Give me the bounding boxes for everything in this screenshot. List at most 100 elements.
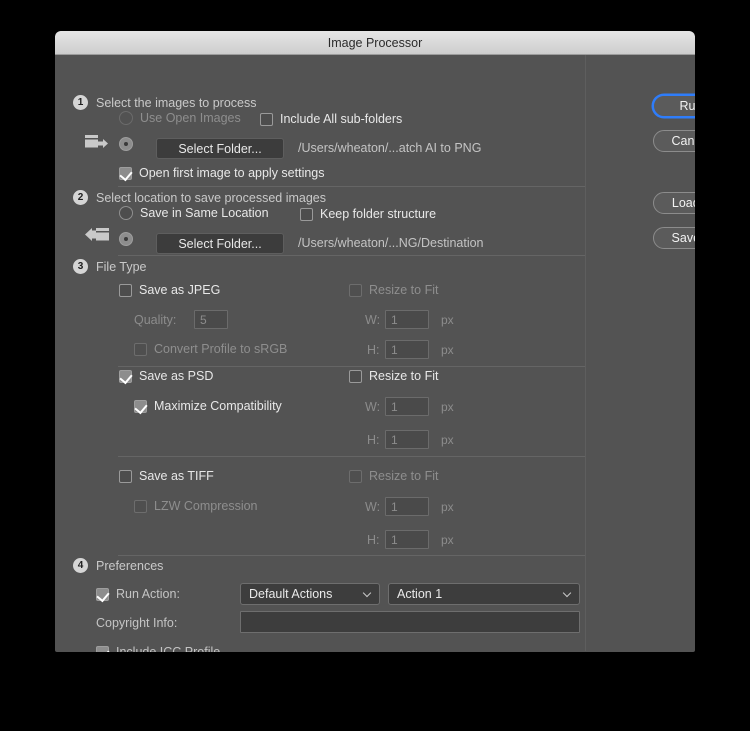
- save-as-tiff-checkbox[interactable]: [119, 469, 132, 483]
- section-3-title: File Type: [96, 260, 147, 274]
- source-path-text: /Users/wheaton/...atch AI to PNG: [298, 141, 482, 155]
- psd-height-input[interactable]: 1: [385, 430, 429, 449]
- section-2-title: Select location to save processed images: [96, 191, 326, 205]
- use-open-images-option[interactable]: Use Open Images: [119, 111, 241, 125]
- include-icc-label: Include ICC Profile: [116, 645, 221, 652]
- tiff-height-unit: px: [441, 533, 454, 547]
- include-subfolders-checkbox[interactable]: [260, 112, 273, 126]
- save-same-location-label: Save in Same Location: [140, 206, 269, 220]
- copyright-info-label: Copyright Info:: [96, 616, 178, 630]
- destination-select-folder-button[interactable]: Select Folder...: [156, 233, 284, 254]
- tiff-lzw-option[interactable]: LZW Compression: [134, 499, 258, 513]
- run-action-option[interactable]: Run Action:: [96, 587, 180, 601]
- save-button[interactable]: Save...: [653, 227, 695, 249]
- action-set-dropdown[interactable]: Default Actions: [240, 583, 380, 605]
- open-first-image-option[interactable]: Open first image to apply settings: [119, 166, 325, 180]
- open-first-image-label: Open first image to apply settings: [139, 166, 325, 180]
- psd-resize-to-fit-option[interactable]: Resize to Fit: [349, 369, 438, 383]
- psd-maximize-compat-checkbox[interactable]: [134, 399, 147, 413]
- keep-folder-structure-label: Keep folder structure: [320, 207, 437, 221]
- action-name-value: Action 1: [397, 587, 443, 601]
- jpeg-separator: [118, 366, 585, 367]
- jpeg-resize-to-fit-option[interactable]: Resize to Fit: [349, 283, 438, 297]
- section-2-separator: [118, 255, 585, 256]
- jpeg-width-input[interactable]: 1: [385, 310, 429, 329]
- action-name-dropdown[interactable]: Action 1: [388, 583, 580, 605]
- use-open-images-radio[interactable]: [119, 111, 133, 125]
- save-as-psd-checkbox[interactable]: [119, 369, 132, 383]
- tiff-width-unit: px: [441, 500, 454, 514]
- destination-folder-radio-group[interactable]: [119, 232, 140, 246]
- save-as-tiff-label: Save as TIFF: [139, 469, 214, 483]
- jpeg-convert-srgb-option[interactable]: Convert Profile to sRGB: [134, 342, 287, 356]
- source-folder-radio[interactable]: [119, 137, 133, 151]
- save-as-jpeg-label: Save as JPEG: [139, 283, 221, 297]
- jpeg-height-input[interactable]: 1: [385, 340, 429, 359]
- open-first-image-checkbox[interactable]: [119, 166, 132, 180]
- save-as-jpeg-option[interactable]: Save as JPEG: [119, 283, 220, 297]
- psd-width-label: W:: [365, 400, 381, 414]
- psd-separator: [118, 456, 585, 457]
- dialog-body: 1 Select the images to process Use Open …: [55, 55, 695, 652]
- run-action-label: Run Action:: [116, 587, 180, 601]
- destination-path-text: /Users/wheaton/...NG/Destination: [298, 236, 484, 250]
- copyright-info-input[interactable]: [240, 611, 580, 633]
- run-button[interactable]: Run: [653, 95, 695, 117]
- column-divider: [585, 55, 586, 651]
- tiff-separator: [118, 555, 585, 556]
- settings-column: 1 Select the images to process Use Open …: [55, 55, 585, 652]
- tiff-width-input[interactable]: 1: [385, 497, 429, 516]
- psd-resize-to-fit-label: Resize to Fit: [369, 369, 439, 383]
- section-1-separator: [118, 186, 585, 187]
- jpeg-resize-to-fit-label: Resize to Fit: [369, 283, 439, 297]
- jpeg-resize-to-fit-checkbox[interactable]: [349, 283, 362, 297]
- jpeg-height-label: H:: [367, 343, 380, 357]
- save-as-psd-option[interactable]: Save as PSD: [119, 369, 213, 383]
- tiff-height-label: H:: [367, 533, 380, 547]
- action-buttons-column: Run Cancel Load... Save...: [587, 55, 695, 651]
- include-subfolders-option[interactable]: Include All sub-folders: [260, 112, 402, 126]
- tiff-width-label: W:: [365, 500, 381, 514]
- keep-folder-structure-checkbox[interactable]: [300, 207, 313, 221]
- tiff-resize-to-fit-checkbox[interactable]: [349, 469, 362, 483]
- source-select-folder-button[interactable]: Select Folder...: [156, 138, 284, 159]
- psd-maximize-compat-option[interactable]: Maximize Compatibility: [134, 399, 282, 413]
- psd-height-label: H:: [367, 433, 380, 447]
- jpeg-width-unit: px: [441, 313, 454, 327]
- jpeg-quality-input[interactable]: 5: [194, 310, 228, 329]
- include-icc-checkbox[interactable]: [96, 645, 109, 652]
- tiff-lzw-checkbox[interactable]: [134, 499, 147, 513]
- save-same-location-radio[interactable]: [119, 206, 133, 220]
- section-3-number: 3: [73, 259, 88, 274]
- tiff-resize-to-fit-option[interactable]: Resize to Fit: [349, 469, 438, 483]
- save-as-tiff-option[interactable]: Save as TIFF: [119, 469, 214, 483]
- destination-folder-radio[interactable]: [119, 232, 133, 246]
- cancel-button[interactable]: Cancel: [653, 130, 695, 152]
- psd-resize-to-fit-checkbox[interactable]: [349, 369, 362, 383]
- include-icc-option[interactable]: Include ICC Profile: [96, 645, 220, 652]
- jpeg-convert-srgb-checkbox[interactable]: [134, 342, 147, 356]
- tiff-lzw-label: LZW Compression: [154, 499, 258, 513]
- jpeg-width-label: W:: [365, 313, 381, 327]
- load-button[interactable]: Load...: [653, 192, 695, 214]
- psd-width-unit: px: [441, 400, 454, 414]
- psd-width-input[interactable]: 1: [385, 397, 429, 416]
- use-open-images-label: Use Open Images: [140, 111, 241, 125]
- action-set-value: Default Actions: [249, 587, 333, 601]
- tiff-resize-to-fit-label: Resize to Fit: [369, 469, 439, 483]
- image-processor-dialog: Image Processor 1 Select the images to p…: [55, 31, 695, 652]
- psd-maximize-compat-label: Maximize Compatibility: [154, 399, 282, 413]
- chevron-down-icon: [563, 589, 573, 599]
- section-4-title: Preferences: [96, 559, 164, 573]
- save-as-jpeg-checkbox[interactable]: [119, 283, 132, 297]
- source-folder-radio-group[interactable]: [119, 137, 140, 151]
- section-4-number: 4: [73, 558, 88, 573]
- tiff-height-input[interactable]: 1: [385, 530, 429, 549]
- run-action-checkbox[interactable]: [96, 587, 109, 601]
- window-title: Image Processor: [327, 35, 423, 50]
- folder-in-icon: [85, 228, 109, 241]
- save-as-psd-label: Save as PSD: [139, 369, 214, 383]
- section-1-number: 1: [73, 95, 88, 110]
- save-same-location-option[interactable]: Save in Same Location: [119, 206, 269, 220]
- keep-folder-structure-option[interactable]: Keep folder structure: [300, 207, 436, 221]
